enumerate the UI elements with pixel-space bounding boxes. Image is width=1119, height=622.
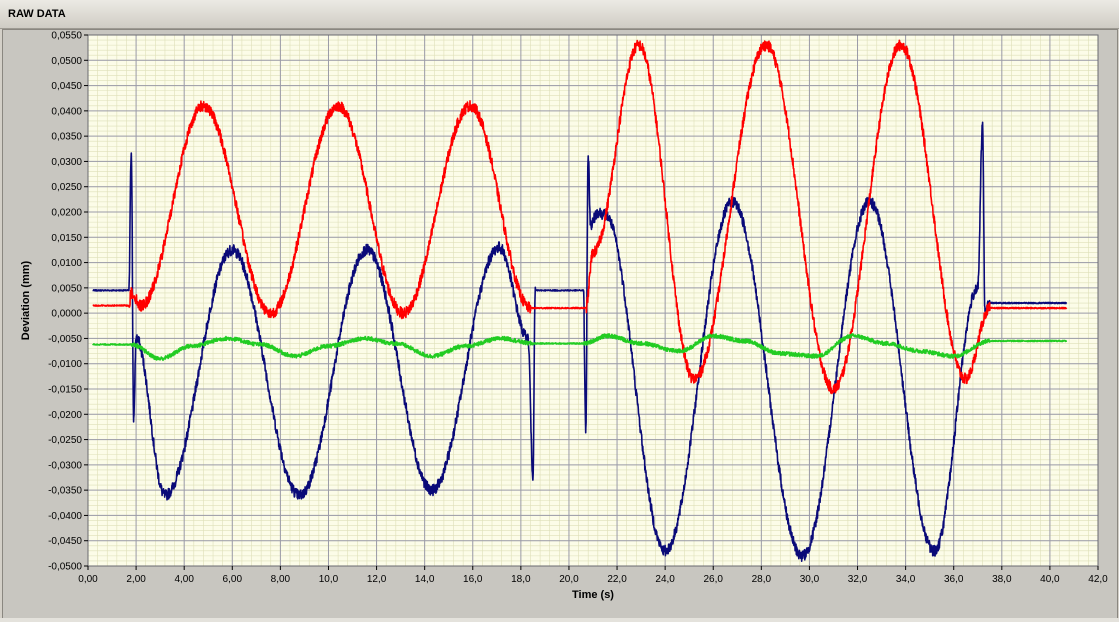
y-tick-label: 0,0050: [51, 283, 82, 294]
y-tick-label: -0,0200: [48, 410, 82, 421]
x-tick-label: 12,0: [367, 574, 387, 585]
y-tick-label: 0,0500: [51, 56, 82, 67]
x-tick-label: 8,00: [271, 574, 291, 585]
x-tick-label: 32,0: [848, 574, 868, 585]
y-tick-label: -0,0350: [48, 486, 82, 497]
y-axis-ticks: 0,0550 0,0500 0,0450 0,0400 0,0350 0,0300 0,02…: [48, 31, 88, 573]
x-tick-label: 16,0: [463, 574, 483, 585]
x-tick-label: 20,0: [559, 574, 579, 585]
x-tick-label: 0,00: [78, 574, 98, 585]
x-axis-ticks: 0,00 2,00 4,00 6,00 8,00 10,0 12,0 14,0 16,0 18,0…: [78, 566, 1108, 585]
y-tick-label: 0,0100: [51, 258, 82, 269]
y-axis-label: Deviation (mm): [20, 260, 32, 340]
x-tick-label: 18,0: [511, 574, 531, 585]
x-tick-label: 14,0: [415, 574, 435, 585]
x-tick-label: 34,0: [896, 574, 916, 585]
x-tick-label: 40,0: [1040, 574, 1060, 585]
x-tick-label: 10,0: [319, 574, 339, 585]
chart-frame: 0,00 2,00 4,00 6,00 8,00 10,0 12,0 14,0 16,0 18,0…: [2, 29, 1118, 619]
y-tick-label: 0,0200: [51, 208, 82, 219]
x-tick-label: 28,0: [752, 574, 772, 585]
panel-header: RAW DATA: [0, 0, 1119, 29]
x-tick-label: 22,0: [607, 574, 627, 585]
y-tick-label: -0,0250: [48, 435, 82, 446]
y-tick-label: 0,0250: [51, 182, 82, 193]
raw-data-chart[interactable]: 0,00 2,00 4,00 6,00 8,00 10,0 12,0 14,0 16,0 18,0…: [3, 30, 1117, 618]
y-tick-label: -0,0500: [48, 562, 82, 573]
y-tick-label: -0,0400: [48, 511, 82, 522]
y-tick-label: 0,0550: [51, 31, 82, 42]
y-tick-label: 0,0350: [51, 132, 82, 143]
y-tick-label: -0,0100: [48, 359, 82, 370]
panel-title: RAW DATA: [8, 8, 66, 20]
y-tick-label: -0,0050: [48, 334, 82, 345]
x-tick-label: 6,00: [223, 574, 243, 585]
x-tick-label: 36,0: [944, 574, 964, 585]
y-tick-label: 0,0000: [51, 309, 82, 320]
x-axis-label: Time (s): [572, 589, 614, 601]
plot-background: [88, 35, 1098, 566]
x-tick-label: 38,0: [992, 574, 1012, 585]
x-tick-label: 26,0: [704, 574, 724, 585]
x-tick-label: 42,0: [1088, 574, 1108, 585]
y-tick-label: -0,0300: [48, 460, 82, 471]
y-tick-label: -0,0450: [48, 536, 82, 547]
y-tick-label: 0,0150: [51, 233, 82, 244]
x-tick-label: 4,00: [174, 574, 194, 585]
x-tick-label: 30,0: [800, 574, 820, 585]
y-tick-label: 0,0400: [51, 106, 82, 117]
y-tick-label: -0,0150: [48, 385, 82, 396]
bottom-strip: [0, 618, 1119, 622]
y-tick-label: 0,0450: [51, 81, 82, 92]
y-tick-label: 0,0300: [51, 157, 82, 168]
x-tick-label: 2,00: [126, 574, 146, 585]
x-tick-label: 24,0: [655, 574, 675, 585]
